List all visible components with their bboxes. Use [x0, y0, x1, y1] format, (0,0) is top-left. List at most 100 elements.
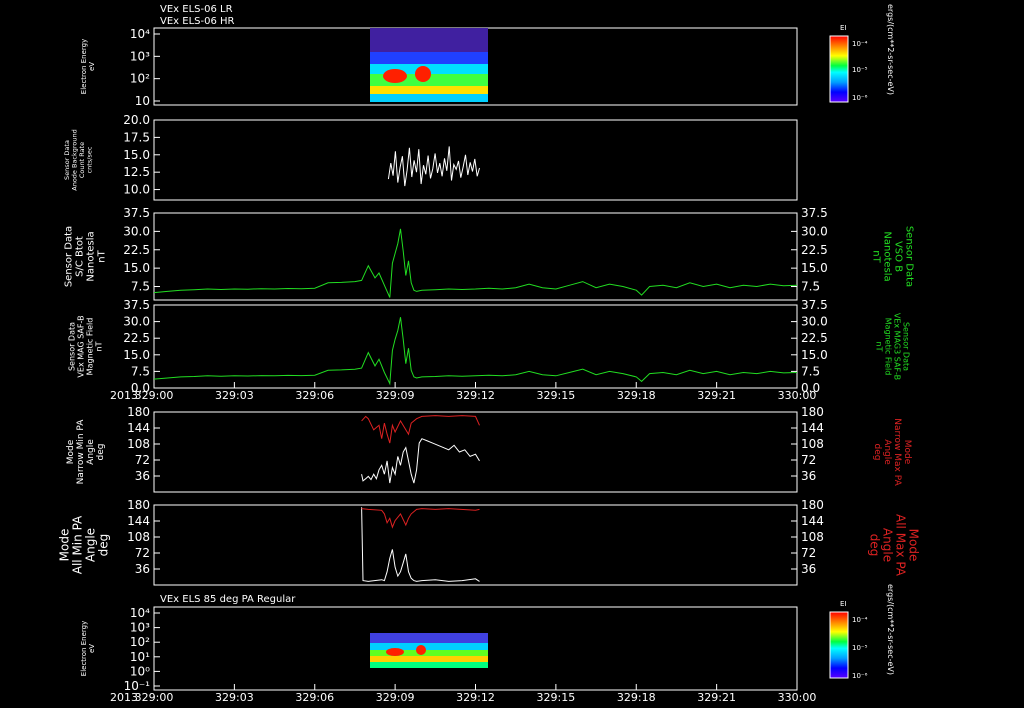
colorbar-1 [829, 35, 849, 103]
ytick-label: 20.0 [123, 113, 150, 127]
colorbar-2-tick-2: 10⁻⁶ [852, 672, 868, 680]
ytick-label: 10⁰ [130, 664, 150, 678]
ytick-label-right: 108 [801, 437, 824, 451]
xtick-label: 329:09 [376, 691, 415, 704]
series-line-min [361, 507, 480, 582]
title-top1: VEx ELS-06 LR [160, 4, 233, 15]
y-axis-label: eV [88, 644, 96, 653]
spec1-band-yellow [370, 86, 488, 94]
ytick-label: 36 [135, 469, 150, 483]
y-axis-label-right: nT [875, 342, 884, 352]
ytick-label: 108 [127, 530, 150, 544]
xtick-label: 329:03 [215, 389, 254, 402]
y-axis-label: Nanotesla [86, 231, 97, 281]
ytick-label: 37.5 [123, 206, 150, 220]
ytick-label: 72 [135, 546, 150, 560]
xtick-label: 329:12 [456, 389, 495, 402]
spec1-band-high [370, 28, 488, 52]
y-axis-label-right: Sensor Data [902, 322, 911, 371]
series-line-max [361, 508, 480, 529]
y-axis-label: Electron Energy [80, 39, 88, 94]
y-axis-label: Electron Energy [80, 621, 88, 676]
colorbar-2-tick-0: 10⁻⁴ [852, 616, 868, 624]
ytick-label-right: 30.0 [801, 315, 828, 329]
series-line-min [361, 438, 480, 484]
y-axis-label: All Min PA [71, 515, 85, 574]
spectrogram-1 [370, 28, 488, 102]
colorbar-2-tick-1: 10⁻⁵ [852, 644, 868, 652]
y-axis-label-right: VEx MAG3 SAF-B [893, 313, 902, 380]
y-axis-label-right: VSO B [893, 241, 904, 272]
y-axis-label: Sensor Data [68, 322, 77, 371]
spec2-band-low [370, 662, 488, 668]
ytick-label: 15.0 [123, 261, 150, 275]
y-axis-label: S/C Btot [75, 236, 86, 277]
colorbar-1-tick-2: 10⁻⁶ [852, 94, 868, 102]
ytick-label: 30.0 [123, 224, 150, 238]
colorbar-1-label: EI [840, 24, 847, 32]
y-axis-label: Angle [84, 528, 98, 562]
xtick-label: 329:00 [135, 389, 174, 402]
spec1-band-low [370, 94, 488, 102]
ytick-label-right: 108 [801, 530, 824, 544]
xtick-label: 330:00 [778, 389, 817, 402]
ytick-label: 17.5 [123, 130, 150, 144]
ytick-label: 180 [127, 498, 150, 512]
y-axis-label-right: Mode [907, 529, 921, 562]
xtick-label: 329:21 [697, 691, 736, 704]
ytick-label: 22.5 [123, 243, 150, 257]
ytick-label: 10³ [130, 49, 150, 63]
xtick-label: 329:18 [617, 389, 656, 402]
xtick-label: 329:21 [697, 389, 736, 402]
y-axis-label-right: Sensor Data [904, 226, 915, 287]
ytick-label: 12.5 [123, 165, 150, 179]
plot-canvas: VEx ELS-06 LR VEx ELS-06 HR VEx ELS 85 d… [58, 4, 921, 704]
xtick-label: 329:18 [617, 691, 656, 704]
spec2-band-yellow [370, 656, 488, 662]
y-axis-label: Sensor Data [64, 226, 75, 287]
y-axis-label-right: nT [871, 250, 882, 263]
y-axis-label-right: Angle [882, 439, 892, 465]
xtick-label: 329:06 [295, 691, 334, 704]
xtick-label: 329:15 [537, 389, 576, 402]
xtick-label: 329:00 [135, 691, 174, 704]
colorbar-1-units: ergs/(cm**2-sr-sec-eV) [886, 4, 895, 95]
y-axis-label: Magnetic Field [86, 318, 95, 376]
y-axis-label-right: Narrow Max PA [892, 418, 902, 486]
ytick-label-right: 37.5 [801, 206, 828, 220]
xtick-label: 329:12 [456, 691, 495, 704]
y-axis-label: Narrow Min PA [76, 419, 86, 485]
panel-5-frame [153, 411, 798, 493]
ytick-label: 10.0 [123, 183, 150, 197]
ytick-label: 7.5 [131, 364, 150, 378]
ytick-label: 36 [135, 562, 150, 576]
ytick-label-right: 144 [801, 514, 824, 528]
ytick-label-right: 7.5 [801, 280, 820, 294]
colorbar-1-tick-0: 10⁻⁴ [852, 40, 868, 48]
ytick-label: 22.5 [123, 331, 150, 345]
colorbar-2 [829, 611, 849, 679]
ytick-label: 10 [135, 94, 150, 108]
series-line-panel2 [387, 146, 480, 187]
title-top2: VEx ELS-06 HR [160, 16, 235, 27]
ytick-label: 30.0 [123, 315, 150, 329]
spec2-band-cyan [370, 643, 488, 650]
ytick-label-right: 37.5 [801, 298, 828, 312]
series-line-panel3 [153, 228, 798, 298]
ytick-label: 108 [127, 437, 150, 451]
ytick-label-right: 30.0 [801, 224, 828, 238]
y-axis-label-right: deg [868, 534, 882, 557]
title-mid: VEx ELS 85 deg PA Regular [160, 594, 296, 605]
y-axis-label: cnts/sec [85, 146, 93, 173]
panel-6-frame [153, 504, 798, 586]
y-axis-label: nT [97, 249, 108, 262]
ytick-label-right: 15.0 [801, 261, 828, 275]
ytick-label-right: 7.5 [801, 364, 820, 378]
ytick-label-right: 72 [801, 453, 816, 467]
xtick-label: 330:00 [778, 691, 817, 704]
ytick-label-right: 36 [801, 469, 816, 483]
spec2-peak-1 [386, 648, 404, 656]
panel-3-frame [153, 212, 798, 301]
colorbar-2-label: EI [840, 600, 847, 608]
ytick-label-right: 15.0 [801, 348, 828, 362]
